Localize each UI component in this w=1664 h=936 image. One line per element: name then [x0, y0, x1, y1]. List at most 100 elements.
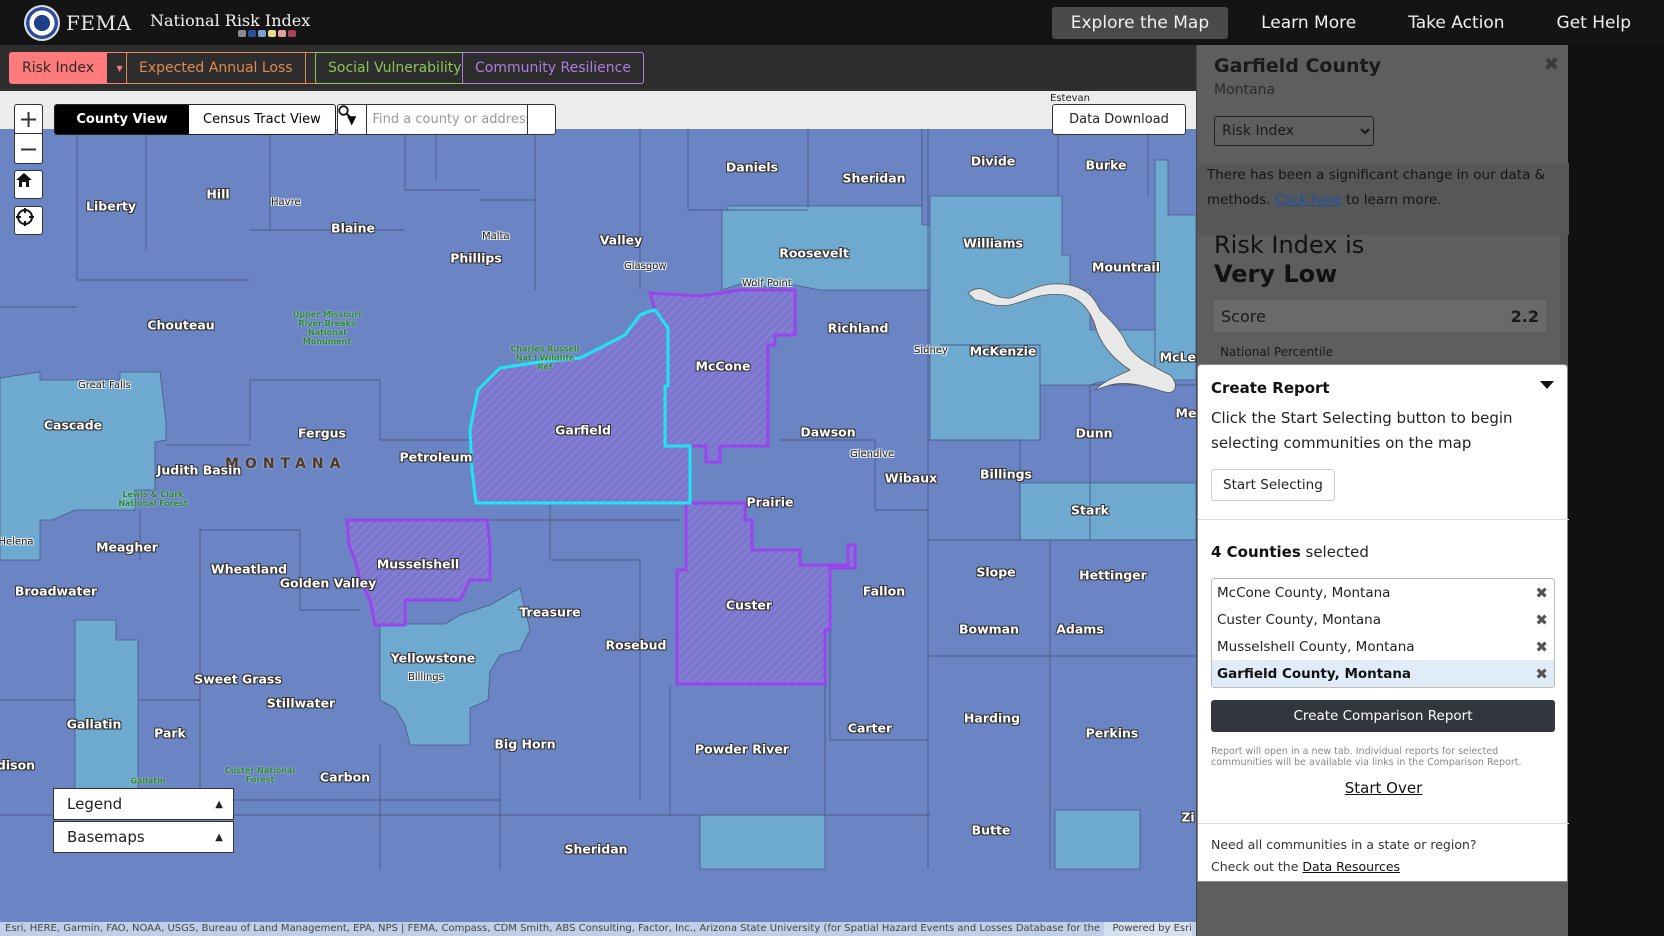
county-label: Zi: [1181, 809, 1195, 825]
report-instructions: Click the Start Selecting button to begi…: [1211, 409, 1513, 452]
fema-logo[interactable]: FEMA: [24, 5, 131, 41]
county-label: Hill: [206, 186, 230, 202]
map-canvas[interactable]: Liberty Hill Blaine Phillips Valley Daniels Sh…: [0, 91, 1270, 936]
remove-county-icon[interactable]: ✖: [1535, 584, 1548, 602]
county-label: Treasure: [519, 604, 581, 620]
close-panel-icon[interactable]: ✖: [1544, 54, 1559, 75]
county-label: Sheridan: [842, 170, 906, 186]
county-south-light: [699, 814, 826, 870]
search-box: ▼: [337, 104, 556, 135]
create-report-title: Create Report: [1211, 379, 1330, 397]
county-label: Big Horn: [494, 736, 556, 752]
create-comparison-report-button[interactable]: Create Comparison Report: [1211, 700, 1555, 732]
county-label: Yellowstone: [390, 650, 476, 666]
brand-dot: [248, 30, 256, 37]
county-label: Cascade: [43, 417, 103, 433]
legend-toggle[interactable]: Legend ▲: [53, 788, 234, 820]
county-label: Meagher: [96, 539, 158, 555]
selected-count: 4 Counties selected: [1211, 543, 1369, 561]
selected-county-name: McCone County, Montana: [1217, 584, 1391, 601]
data-download-button[interactable]: Data Download: [1052, 104, 1186, 135]
county-label: Richland: [827, 320, 889, 336]
data-resources-hint: Need all communities in a state or regio…: [1211, 834, 1477, 878]
risk-rating-heading: Risk Index is Very Low: [1214, 231, 1364, 289]
tab-social-vulnerability[interactable]: Social Vulnerability: [315, 52, 475, 84]
tab-risk-index[interactable]: Risk Index ▼: [9, 52, 134, 84]
brand-dot: [238, 30, 246, 37]
city-label: Havre: [271, 197, 301, 208]
nav-learn-more[interactable]: Learn More: [1242, 7, 1375, 39]
county-label: Me: [1175, 405, 1197, 421]
collapse-caret-icon[interactable]: [1540, 381, 1554, 389]
basemaps-toggle[interactable]: Basemaps ▲: [53, 821, 234, 853]
county-name: Garfield County: [1214, 55, 1382, 77]
remove-county-icon[interactable]: ✖: [1535, 638, 1548, 656]
metric-select[interactable]: Risk Index: [1214, 116, 1374, 146]
county-label: Sheridan: [564, 841, 628, 857]
attribution-text: Esri, HERE, Garmin, FAO, NOAA, USGS, Bur…: [5, 923, 1149, 934]
tab-label: Community Resilience: [475, 60, 631, 76]
county-label: Broadwater: [14, 583, 98, 599]
rating-value: Very Low: [1214, 260, 1338, 288]
tab-expected-annual-loss[interactable]: Expected Annual Loss▼: [126, 52, 332, 84]
county-label: Chouteau: [147, 317, 215, 333]
selected-county-item[interactable]: Custer County, Montana ✖: [1212, 606, 1554, 633]
notice-text-end: to learn more.: [1341, 192, 1442, 208]
remove-county-icon[interactable]: ✖: [1535, 611, 1548, 629]
data-resources-link[interactable]: Data Resources: [1302, 859, 1400, 874]
nav-get-help[interactable]: Get Help: [1538, 7, 1650, 39]
tab-community-resilience[interactable]: Community Resilience: [462, 52, 644, 84]
nav-explore-the-map[interactable]: Explore the Map: [1051, 6, 1229, 39]
dhs-seal-icon: [24, 5, 60, 41]
rating-line1: Risk Index is: [1214, 231, 1365, 259]
county-label: Garfield: [555, 422, 611, 438]
remove-county-icon[interactable]: ✖: [1535, 665, 1548, 683]
county-view-button[interactable]: County View: [55, 105, 189, 134]
search-input[interactable]: [366, 105, 527, 134]
main-nav: Explore the Map Learn More Take Action Get …: [1051, 0, 1664, 45]
nav-take-action[interactable]: Take Action: [1389, 7, 1523, 39]
start-over-link[interactable]: Start Over: [1198, 779, 1569, 797]
brand-dot: [268, 30, 276, 37]
locate-button[interactable]: [14, 206, 43, 235]
county-label: Park: [154, 725, 186, 741]
county-label: Petroleum: [399, 449, 473, 465]
selected-county-item[interactable]: Musselshell County, Montana ✖: [1212, 633, 1554, 660]
county-label: Burke: [1085, 157, 1127, 173]
park-label: Custer National Forest: [224, 766, 296, 784]
census-tract-view-button[interactable]: Census Tract View: [189, 105, 335, 134]
view-toggle: County View Census Tract View: [54, 104, 336, 135]
selected-count-suffix: selected: [1300, 543, 1369, 561]
selected-county-item[interactable]: Garfield County, Montana ✖: [1212, 660, 1554, 687]
zoom-in-button[interactable]: +: [15, 105, 42, 134]
county-label: Fallon: [862, 583, 906, 599]
city-label: Wolf Point: [742, 278, 792, 289]
zoom-control: + −: [14, 104, 43, 164]
app-title[interactable]: National Risk Index: [150, 11, 310, 30]
county-label: Fergus: [298, 425, 346, 441]
powered-by-esri[interactable]: Powered by Esri: [1104, 922, 1192, 936]
state-name: Montana: [1214, 82, 1276, 98]
home-button[interactable]: [14, 170, 43, 199]
brand-dot: [278, 30, 286, 37]
county-label: McKenzie: [969, 343, 1037, 359]
brand-dot: [288, 30, 296, 37]
tab-label: Social Vulnerability: [328, 60, 462, 76]
county-label: Billings: [980, 466, 1032, 482]
city-label: Sidney: [914, 345, 948, 356]
county-label: Williams: [963, 235, 1023, 251]
search-button[interactable]: [338, 105, 556, 134]
county-label: Stark: [1071, 502, 1109, 518]
county-label: Carter: [847, 720, 893, 736]
county-label: Dawson: [800, 424, 856, 440]
county-label: Blaine: [331, 220, 375, 236]
check-out-text: Check out the: [1211, 859, 1303, 874]
need-line: Need all communities in a state or regio…: [1211, 837, 1477, 852]
start-selecting-button[interactable]: Start Selecting: [1211, 469, 1335, 501]
county-label: Wibaux: [884, 470, 938, 486]
notice-click-here-link[interactable]: Click here: [1275, 192, 1342, 208]
city-label: Malta: [482, 231, 510, 242]
selected-county-item[interactable]: McCone County, Montana ✖: [1212, 579, 1554, 606]
zoom-out-button[interactable]: −: [15, 134, 42, 163]
county-label: Valley: [599, 232, 643, 248]
